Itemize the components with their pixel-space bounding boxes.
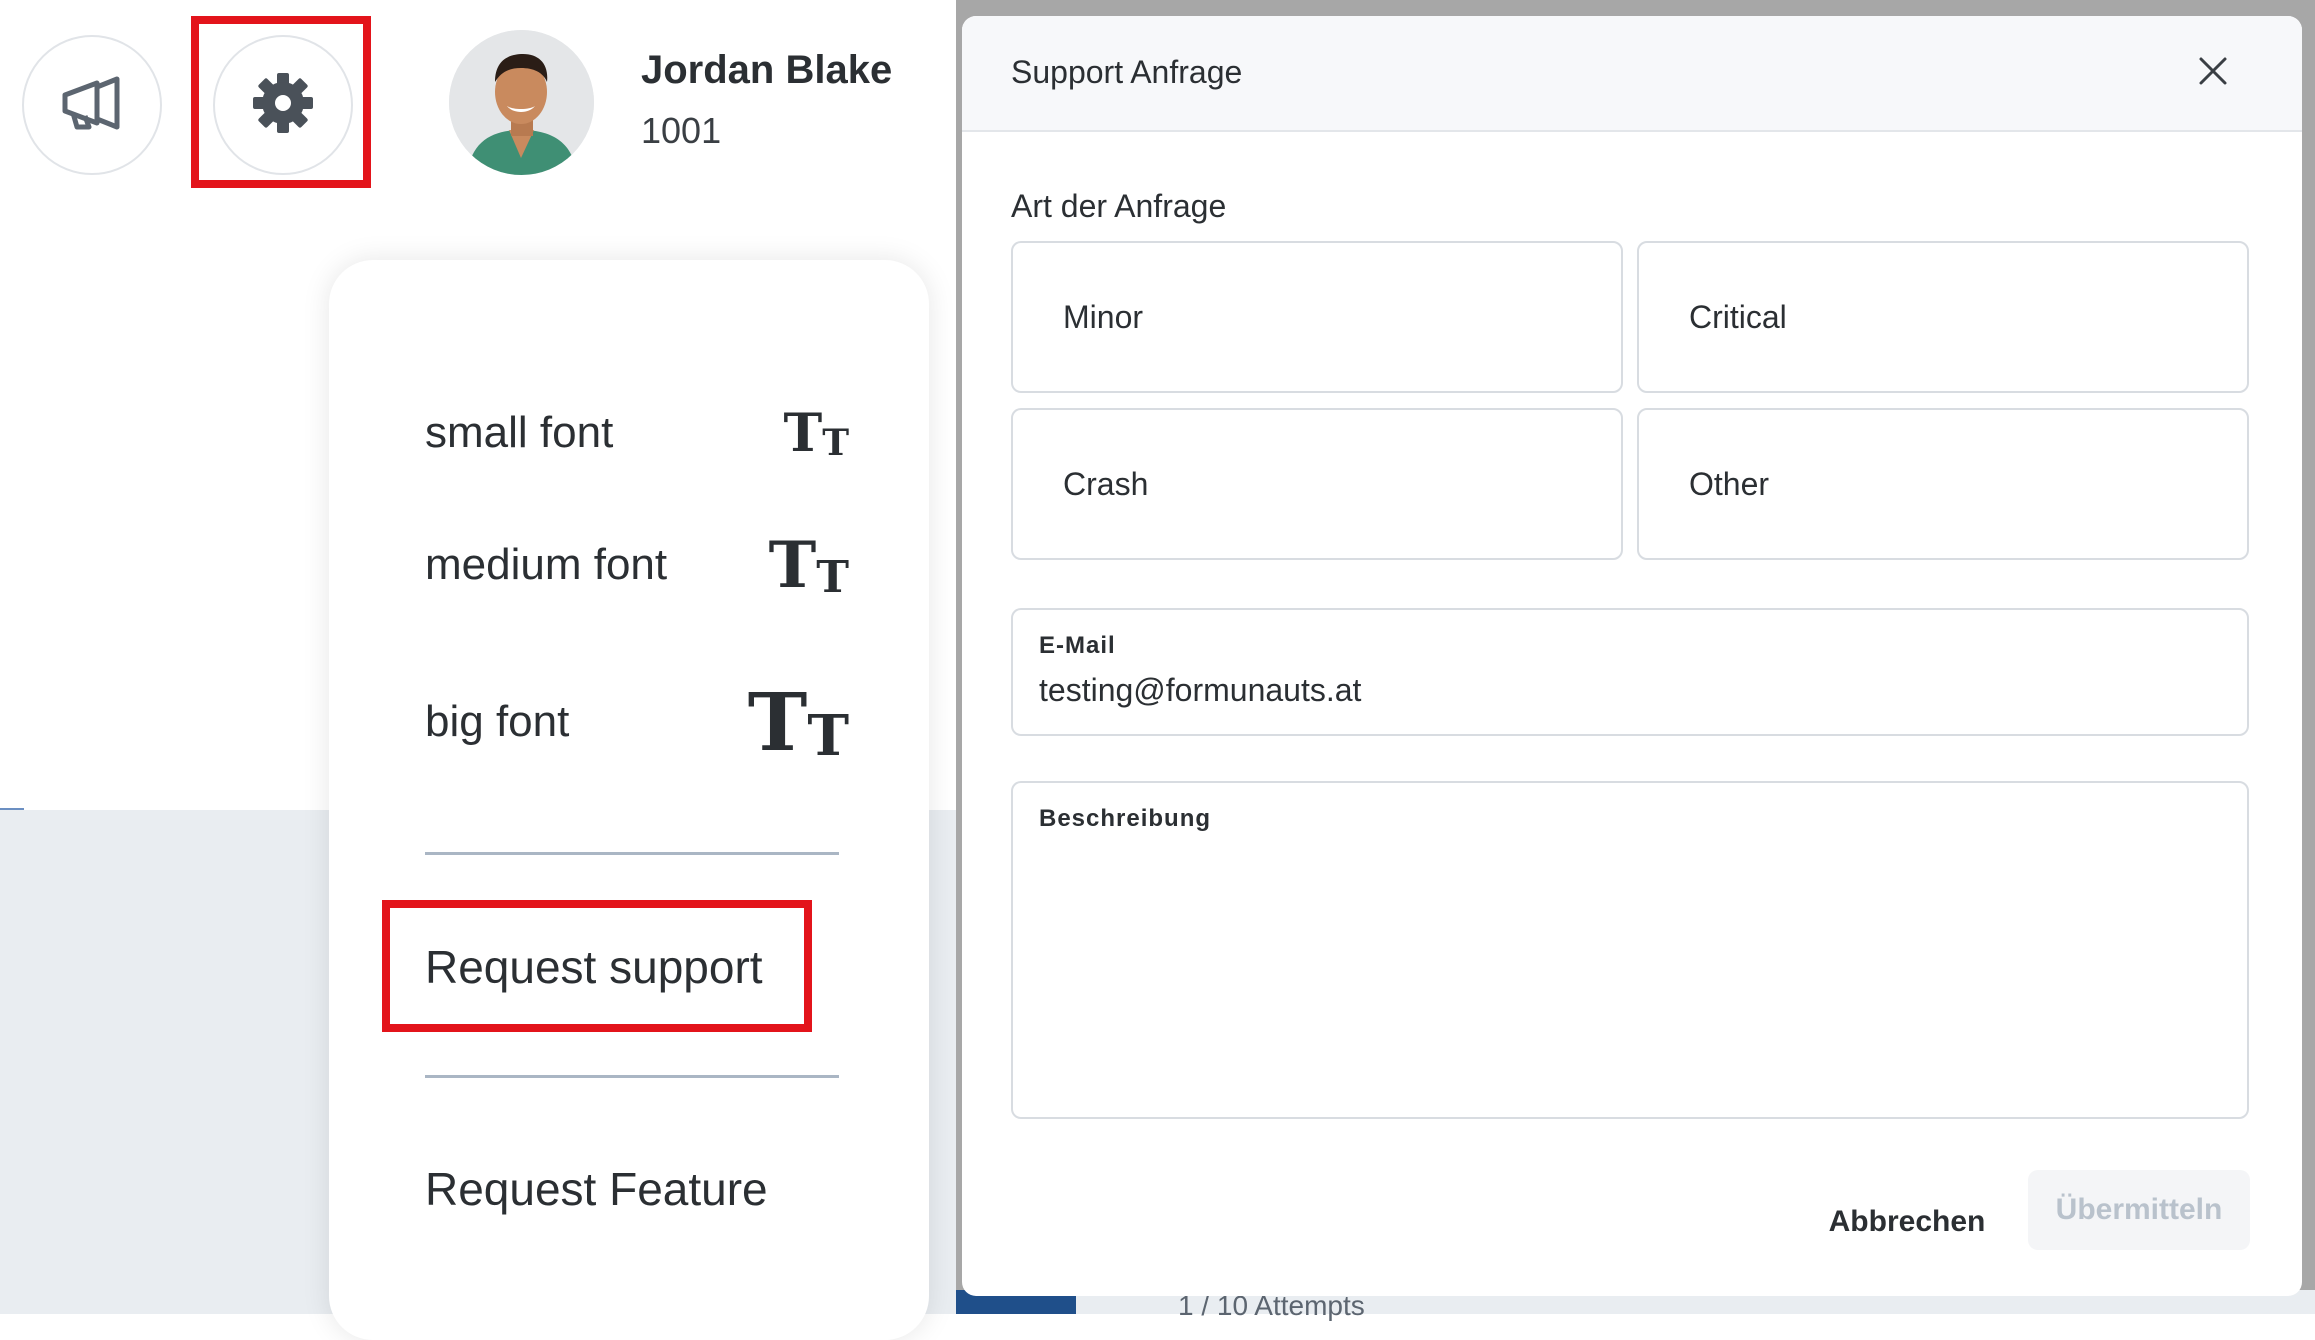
email-input[interactable] [1039, 672, 2199, 709]
menu-divider [425, 1075, 839, 1078]
type-option-other[interactable]: Other [1637, 408, 2249, 560]
description-field[interactable]: Beschreibung [1011, 781, 2249, 1119]
font-size-big-icon: TT [747, 675, 849, 769]
announcements-button[interactable] [22, 35, 162, 175]
close-icon [2198, 56, 2228, 91]
request-feature-item[interactable]: Request Feature [425, 1162, 768, 1216]
settings-menu: small font TT medium font TT big font TT… [329, 260, 929, 1340]
request-support-highlight-frame [382, 900, 812, 1032]
avatar[interactable] [449, 30, 594, 175]
big-font-label: big font [425, 697, 570, 746]
user-id: 1001 [641, 110, 722, 151]
big-font-option[interactable]: big font TT [425, 672, 849, 772]
description-label: Beschreibung [1039, 805, 1212, 832]
accent-line [0, 808, 24, 810]
megaphone-icon [57, 73, 127, 138]
menu-divider [425, 852, 839, 855]
settings-highlight-frame [191, 16, 371, 188]
type-option-critical[interactable]: Critical [1637, 241, 2249, 393]
email-label: E-Mail [1039, 632, 1116, 659]
font-size-small-icon: TT [783, 402, 850, 464]
font-size-medium-icon: TT [768, 527, 849, 603]
cancel-button[interactable]: Abbrechen [1812, 1194, 2002, 1250]
type-option-crash[interactable]: Crash [1011, 408, 1623, 560]
description-input[interactable] [1039, 849, 2219, 1099]
email-field[interactable]: E-Mail [1011, 608, 2249, 736]
medium-font-label: medium font [425, 540, 668, 589]
close-button[interactable] [2188, 48, 2238, 98]
medium-font-option[interactable]: medium font TT [425, 525, 849, 605]
request-type-label: Art der Anfrage [1011, 188, 1227, 224]
dialog-header: Support Anfrage [962, 16, 2302, 132]
support-request-dialog: Support Anfrage Art der Anfrage Minor Cr… [962, 16, 2302, 1296]
submit-button[interactable]: Übermitteln [2028, 1170, 2250, 1250]
small-font-label: small font [425, 408, 614, 457]
dialog-title: Support Anfrage [1011, 54, 1243, 90]
small-font-option[interactable]: small font TT [425, 398, 849, 468]
user-name: Jordan Blake [641, 48, 893, 92]
type-option-minor[interactable]: Minor [1011, 241, 1623, 393]
